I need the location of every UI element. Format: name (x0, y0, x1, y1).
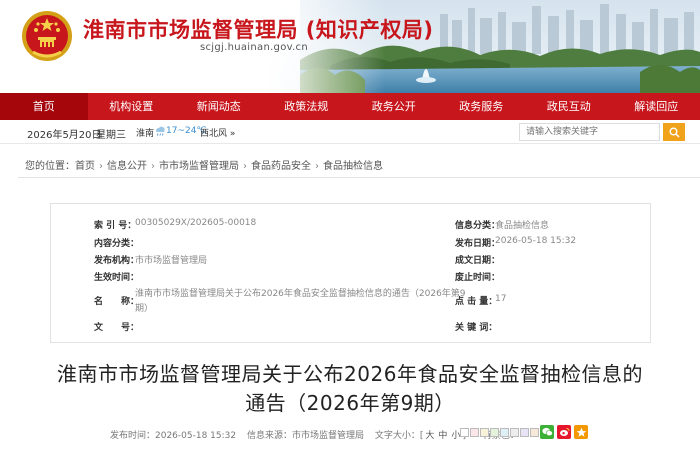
document-meta-table: 索 引 号： 00305029X/202605-00018 内容分类： 发布机构… (50, 203, 651, 343)
nav-item-home[interactable]: 首页 (0, 93, 88, 120)
article-info-bar: 发布时间：2026-05-18 15:32 信息来源：市市场监督管理局 文字大小… (110, 428, 519, 441)
bg-swatch-green[interactable] (490, 428, 499, 437)
nav-item-organization[interactable]: 机构设置 (88, 93, 176, 120)
meta-publisher-label: 发布机构： (94, 256, 140, 266)
breadcrumb-bureau[interactable]: 市市场监督管理局 (159, 161, 239, 172)
wechat-icon (541, 427, 553, 437)
article-title-line2: 通告（2026年第9期） (245, 391, 455, 415)
weather-rain-icon (156, 126, 165, 136)
site-title: 淮南市市场监督管理局 (知识产权局) (83, 18, 434, 42)
site-domain: scjgj.huainan.gov.cn (200, 42, 308, 53)
bg-swatch-blue[interactable] (500, 428, 509, 437)
nav-item-gov-service[interactable]: 政务服务 (438, 93, 526, 120)
meta-index-label: 索 引 号： (94, 221, 137, 231)
current-date: 2026年5月20日 (27, 130, 102, 141)
bg-swatch-white[interactable] (460, 428, 469, 437)
article-source: 信息来源：市市场监督管理局 (246, 431, 364, 441)
meta-effective-label: 生效时间： (94, 273, 140, 283)
meta-expire-label: 废止时间： (455, 273, 501, 283)
meta-clicks-value: 17 (495, 294, 507, 304)
font-size-medium-button[interactable]: 中 (438, 431, 447, 441)
search-icon (669, 127, 680, 138)
current-weekday: 星期三 (96, 130, 126, 141)
meta-publish-date-label: 发布日期： (455, 239, 501, 249)
meta-publish-date-value: 2026-05-18 15:32 (495, 236, 577, 246)
share-wechat-button[interactable] (540, 425, 554, 439)
share-favorite-button[interactable] (574, 425, 588, 439)
bg-swatch-purple[interactable] (520, 428, 529, 437)
weather-wind[interactable]: 西北风 » (200, 126, 235, 139)
breadcrumb-food-drug[interactable]: 食品药品安全 (251, 161, 311, 172)
font-size-large-button[interactable]: 大 (425, 431, 434, 441)
breadcrumb-food-inspection[interactable]: 食品抽检信息 (323, 161, 383, 172)
site-banner: 淮南市市场监督管理局 (知识产权局) scjgj.huainan.gov.cn (0, 0, 700, 93)
font-size-label: 文字大小：[ (374, 431, 424, 441)
breadcrumb: 您的位置：首页 › 信息公开 › 市市场监督管理局 › 食品药品安全 › 食品抽检信息 (25, 161, 383, 172)
nav-item-policies[interactable]: 政策法规 (263, 93, 351, 120)
bg-swatch-yellow[interactable] (480, 428, 489, 437)
bg-swatch-gray[interactable] (510, 428, 519, 437)
search-button[interactable] (663, 123, 685, 141)
nav-item-interaction[interactable]: 政民互动 (525, 93, 613, 120)
article-title: 淮南市市场监督管理局关于公布2026年食品安全监督抽检信息的 通告（2026年第… (40, 360, 660, 418)
meta-docno-label: 文 号： (94, 323, 140, 333)
meta-name-label: 名 称： (94, 297, 140, 307)
bg-swatch-pink[interactable] (470, 428, 479, 437)
meta-name-value-line2: 期） (135, 304, 154, 314)
favorite-icon (576, 427, 586, 437)
meta-keywords-label: 关 键 词： (455, 323, 498, 333)
national-emblem-icon (22, 11, 72, 61)
meta-created-label: 成文日期： (455, 256, 501, 266)
share-weibo-button[interactable] (557, 425, 571, 439)
search-input[interactable] (519, 123, 660, 141)
breadcrumb-info-public[interactable]: 信息公开 (107, 161, 147, 172)
weather-city: 淮南 (136, 129, 155, 139)
meta-clicks-label: 点 击 量： (455, 297, 498, 307)
bg-swatch-orange[interactable] (530, 428, 539, 437)
breadcrumb-home[interactable]: 首页 (75, 161, 95, 172)
article-title-line1: 淮南市市场监督管理局关于公布2026年食品安全监督抽检信息的 (57, 362, 643, 386)
meta-name-value-line1: 淮南市市场监督管理局关于公布2026年食品安全监督抽检信息的通告（2026年第9 (135, 289, 466, 299)
meta-info-category-label: 信息分类： (455, 221, 501, 231)
meta-publisher-value: 市市场监督管理局 (135, 256, 208, 266)
nav-item-news[interactable]: 新闻动态 (175, 93, 263, 120)
breadcrumb-prefix: 您的位置： (25, 161, 75, 172)
breadcrumb-divider (18, 177, 700, 178)
weibo-icon (559, 428, 569, 436)
article-publish-time: 发布时间：2026-05-18 15:32 (110, 431, 237, 441)
main-nav: 首页 机构设置 新闻动态 政策法规 政务公开 政务服务 政民互动 解读回应 (0, 93, 700, 120)
nav-item-interpretation[interactable]: 解读回应 (613, 93, 700, 120)
bg-color-swatches (460, 428, 540, 437)
info-bar: 2026年5月20日 星期三 淮南 17~24℃ 西北风 » (0, 120, 700, 144)
meta-index-value: 00305029X/202605-00018 (135, 218, 257, 228)
meta-info-category-value: 食品抽检信息 (495, 221, 550, 231)
meta-category-label: 内容分类： (94, 239, 140, 249)
nav-item-gov-info[interactable]: 政务公开 (350, 93, 438, 120)
